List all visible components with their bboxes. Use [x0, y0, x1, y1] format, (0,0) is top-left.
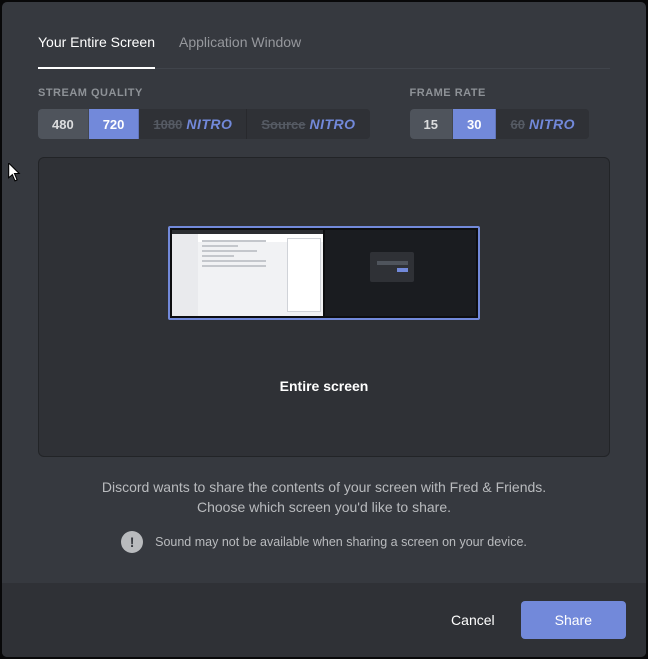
stream-quality-group: STREAM QUALITY 480 720 1080 NITRO Source…	[38, 87, 370, 139]
screen-preview-card[interactable]: Entire screen	[38, 157, 610, 457]
thumbnail-right-window	[325, 230, 476, 316]
thumbnail-left-window	[172, 230, 323, 316]
share-button[interactable]: Share	[521, 601, 626, 639]
nitro-icon: NITRO	[309, 116, 355, 132]
nitro-icon: NITRO	[186, 116, 232, 132]
frame-rate-label: FRAME RATE	[410, 87, 589, 99]
cancel-button[interactable]: Cancel	[433, 602, 513, 638]
tab-entire-screen[interactable]: Your Entire Screen	[38, 22, 155, 68]
quality-1080-text: 1080	[153, 117, 182, 132]
tab-application-window[interactable]: Application Window	[179, 22, 301, 68]
warning-icon: !	[121, 531, 143, 553]
info-text: Discord wants to share the contents of y…	[38, 477, 610, 517]
fps-30[interactable]: 30	[453, 109, 496, 139]
screen-thumbnail	[168, 226, 480, 320]
quality-source-nitro[interactable]: Source NITRO	[247, 109, 369, 139]
nitro-icon: NITRO	[529, 116, 575, 132]
frame-rate-group: FRAME RATE 15 30 60 NITRO	[410, 87, 589, 139]
screen-share-modal: Your Entire Screen Application Window ST…	[2, 2, 646, 657]
preview-label: Entire screen	[280, 378, 369, 394]
quality-480[interactable]: 480	[38, 109, 89, 139]
fps-15[interactable]: 15	[410, 109, 453, 139]
quality-1080-nitro[interactable]: 1080 NITRO	[139, 109, 247, 139]
sound-warning-row: ! Sound may not be available when sharin…	[38, 531, 610, 553]
modal-footer: Cancel Share	[2, 583, 646, 657]
fps-60-nitro[interactable]: 60 NITRO	[496, 109, 589, 139]
option-row: STREAM QUALITY 480 720 1080 NITRO Source…	[38, 87, 610, 139]
thumbnail-content	[172, 230, 476, 316]
stream-quality-segmented: 480 720 1080 NITRO Source NITRO	[38, 109, 370, 139]
frame-rate-segmented: 15 30 60 NITRO	[410, 109, 589, 139]
modal-body: Your Entire Screen Application Window ST…	[2, 2, 646, 583]
info-line-1: Discord wants to share the contents of y…	[102, 479, 546, 495]
quality-source-text: Source	[261, 117, 305, 132]
sound-warning-text: Sound may not be available when sharing …	[155, 535, 527, 549]
info-line-2: Choose which screen you'd like to share.	[197, 499, 451, 515]
fps-60-text: 60	[510, 117, 524, 132]
share-source-tabs: Your Entire Screen Application Window	[38, 22, 610, 69]
stream-quality-label: STREAM QUALITY	[38, 87, 370, 99]
quality-720[interactable]: 720	[89, 109, 140, 139]
